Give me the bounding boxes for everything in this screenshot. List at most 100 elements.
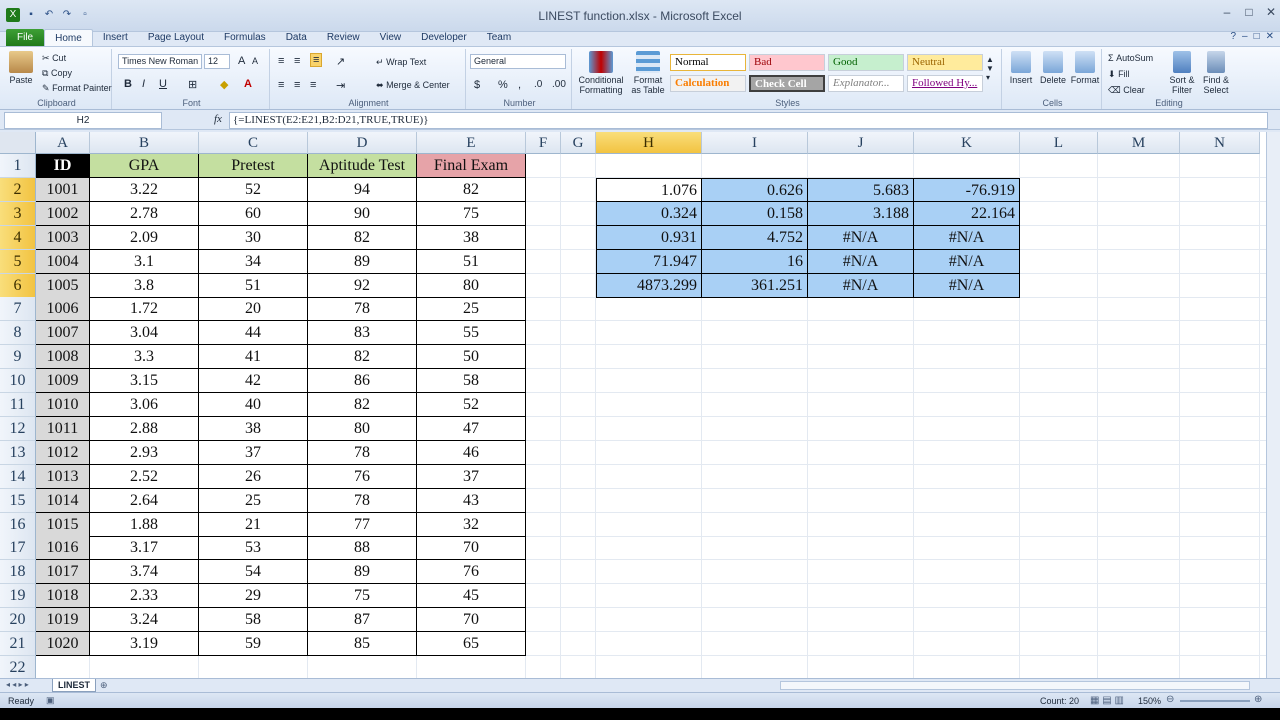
decrease-decimal-icon[interactable]: .00 (552, 79, 566, 90)
vertical-scrollbar[interactable] (1266, 132, 1280, 678)
minimize-icon[interactable]: – (1218, 4, 1236, 20)
data-cell[interactable]: 30 (199, 225, 308, 250)
orientation-icon[interactable]: ↗ (336, 55, 345, 68)
column-header-e[interactable]: E (417, 132, 526, 154)
data-cell[interactable]: 1001 (36, 177, 90, 202)
linest-cell[interactable]: #N/A (808, 249, 914, 274)
data-cell[interactable]: 58 (199, 608, 308, 633)
data-cell[interactable]: 29 (199, 584, 308, 609)
align-right-icon[interactable]: ≡ (310, 79, 316, 91)
linest-cell[interactable]: 16 (702, 249, 808, 274)
increase-decimal-icon[interactable]: .0 (534, 79, 542, 90)
close-icon[interactable]: ✕ (1262, 4, 1280, 20)
data-cell[interactable]: 85 (308, 632, 417, 656)
maximize-icon[interactable]: □ (1240, 4, 1258, 20)
data-cell[interactable]: 34 (199, 249, 308, 274)
linest-cell[interactable]: 361.251 (702, 273, 808, 298)
data-cell[interactable]: 3.3 (90, 345, 199, 370)
tab-team[interactable]: Team (477, 29, 521, 46)
data-cell[interactable]: 2.88 (90, 416, 199, 441)
data-cell[interactable]: 3.8 (90, 273, 199, 298)
data-cell[interactable]: 26 (199, 464, 308, 489)
view-buttons-icon[interactable]: ▦ ▤ ▥ (1090, 695, 1124, 706)
data-cell[interactable]: 1002 (36, 201, 90, 226)
tab-view[interactable]: View (370, 29, 412, 46)
row-header-10[interactable]: 10 (0, 369, 36, 394)
zoom-level[interactable]: 150% (1138, 696, 1161, 706)
data-cell[interactable]: 42 (199, 369, 308, 394)
middle-align-icon[interactable]: ≡ (294, 55, 300, 67)
insert-cells-button[interactable]: Insert (1006, 51, 1036, 85)
borders-icon[interactable]: ⊞ (188, 78, 197, 91)
ribbon-minimize-icon[interactable]: – (1242, 31, 1248, 42)
data-cell[interactable]: 37 (199, 440, 308, 465)
row-header-17[interactable]: 17 (0, 536, 36, 561)
shrink-font-icon[interactable]: A (252, 56, 258, 66)
linest-cell[interactable]: -76.919 (914, 177, 1020, 202)
select-all-corner[interactable] (0, 132, 36, 154)
gallery-scroll-icon[interactable]: ▲ ▼ ▾ (986, 55, 994, 82)
tab-file[interactable]: File (6, 29, 45, 46)
find-select-button[interactable]: Find & Select (1200, 51, 1232, 95)
cell-style-bad[interactable]: Bad (749, 54, 825, 71)
data-cell[interactable]: 41 (199, 345, 308, 370)
italic-button[interactable]: I (142, 78, 145, 90)
row-header-21[interactable]: 21 (0, 632, 36, 656)
data-cell[interactable]: 70 (417, 608, 526, 633)
data-cell[interactable]: 51 (417, 249, 526, 274)
row-header-18[interactable]: 18 (0, 560, 36, 585)
linest-cell[interactable]: #N/A (914, 249, 1020, 274)
data-cell[interactable]: 3.17 (90, 536, 199, 561)
data-cell[interactable]: 25 (199, 488, 308, 513)
row-header-8[interactable]: 8 (0, 321, 36, 346)
align-center-icon[interactable]: ≡ (294, 79, 300, 91)
data-cell[interactable]: 1020 (36, 632, 90, 656)
tab-insert[interactable]: Insert (93, 29, 138, 46)
data-cell[interactable]: 52 (199, 177, 308, 202)
clear-button[interactable]: ⌫ Clear (1108, 85, 1145, 96)
data-cell[interactable]: 32 (417, 512, 526, 537)
data-cell[interactable]: 78 (308, 488, 417, 513)
percent-button[interactable]: % (498, 79, 508, 91)
conditional-formatting-button[interactable]: Conditional Formatting (576, 51, 626, 95)
row-header-13[interactable]: 13 (0, 440, 36, 465)
data-cell[interactable]: 2.64 (90, 488, 199, 513)
data-cell[interactable]: 65 (417, 632, 526, 656)
tab-data[interactable]: Data (276, 29, 317, 46)
column-header-b[interactable]: B (90, 132, 199, 154)
zoom-in-icon[interactable]: ⊕ (1254, 694, 1262, 705)
row-header-2[interactable]: 2 (0, 177, 36, 202)
linest-cell[interactable]: 5.683 (808, 177, 914, 202)
data-cell[interactable]: 75 (308, 584, 417, 609)
data-cell[interactable]: 76 (308, 464, 417, 489)
data-cell[interactable]: 1012 (36, 440, 90, 465)
data-cell[interactable]: 77 (308, 512, 417, 537)
top-align-icon[interactable]: ≡ (278, 55, 284, 67)
ribbon-restore-icon[interactable]: □ (1254, 31, 1260, 42)
help-icon[interactable]: ? (1230, 31, 1236, 42)
data-cell[interactable]: 1005 (36, 273, 90, 298)
worksheet-grid[interactable]: A B C D E F G H I J K L M N 1 2 3 4 5 6 7 8 9 10 11 12 13 14 15 16 17 1… (0, 132, 1266, 678)
row-header-19[interactable]: 19 (0, 584, 36, 609)
data-cell[interactable]: 59 (199, 632, 308, 656)
data-cell[interactable]: 2.33 (90, 584, 199, 609)
data-cell[interactable]: 2.09 (90, 225, 199, 250)
header-cell-final-exam[interactable]: Final Exam (417, 154, 526, 178)
data-cell[interactable]: 88 (308, 536, 417, 561)
data-cell[interactable]: 82 (308, 393, 417, 417)
sort-filter-button[interactable]: Sort & Filter (1166, 51, 1198, 95)
data-cell[interactable]: 46 (417, 440, 526, 465)
data-cell[interactable]: 1013 (36, 464, 90, 489)
data-cell[interactable]: 70 (417, 536, 526, 561)
data-cell[interactable]: 90 (308, 201, 417, 226)
tab-home[interactable]: Home (44, 29, 93, 46)
insert-sheet-icon[interactable]: ⊕ (100, 680, 108, 691)
data-cell[interactable]: 75 (417, 201, 526, 226)
data-cell[interactable]: 92 (308, 273, 417, 298)
row-header-12[interactable]: 12 (0, 416, 36, 441)
data-cell[interactable]: 1019 (36, 608, 90, 633)
autosum-button[interactable]: Σ AutoSum (1108, 53, 1153, 63)
zoom-slider[interactable] (1180, 700, 1250, 702)
data-cell[interactable]: 1.88 (90, 512, 199, 537)
row-header-6[interactable]: 6 (0, 273, 36, 298)
